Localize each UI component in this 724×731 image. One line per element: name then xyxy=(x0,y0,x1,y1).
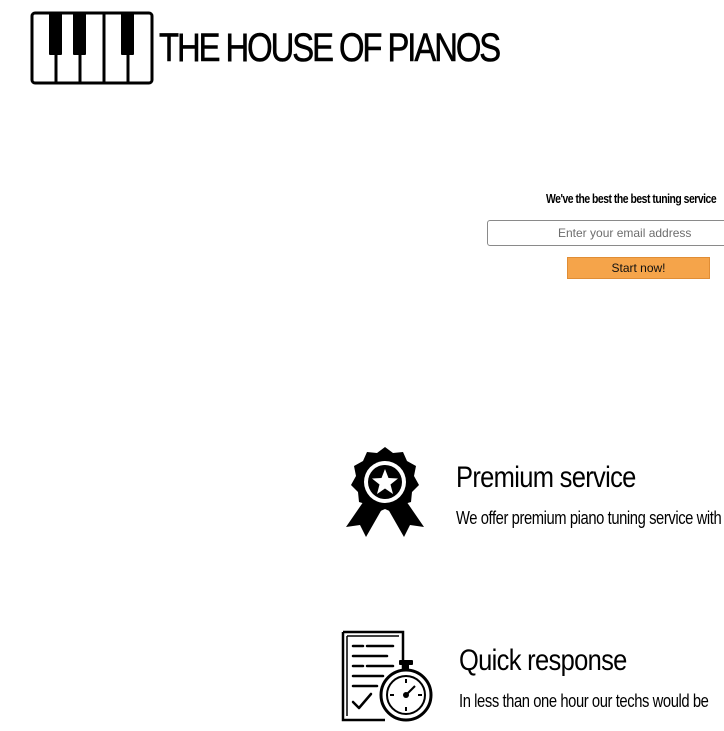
feature-description-quick: In less than one hour our techs would be xyxy=(459,691,709,711)
feature-title-quick: Quick response xyxy=(459,644,627,677)
tagline: We've the best the best tuning service xyxy=(546,191,717,206)
checklist-stopwatch-icon xyxy=(341,630,433,722)
brand-name[interactable]: THE HOUSE OF PIANOS xyxy=(159,28,502,69)
award-ribbon-icon xyxy=(346,447,424,537)
piano-keys-icon xyxy=(30,11,154,85)
email-input[interactable] xyxy=(487,220,724,246)
page: THE HOUSE OF PIANOS We've the best the b… xyxy=(0,0,724,731)
feature-description-premium: We offer premium piano tuning service wi… xyxy=(456,508,722,528)
feature-title-premium: Premium service xyxy=(456,461,636,494)
start-now-button[interactable]: Start now! xyxy=(567,257,710,279)
